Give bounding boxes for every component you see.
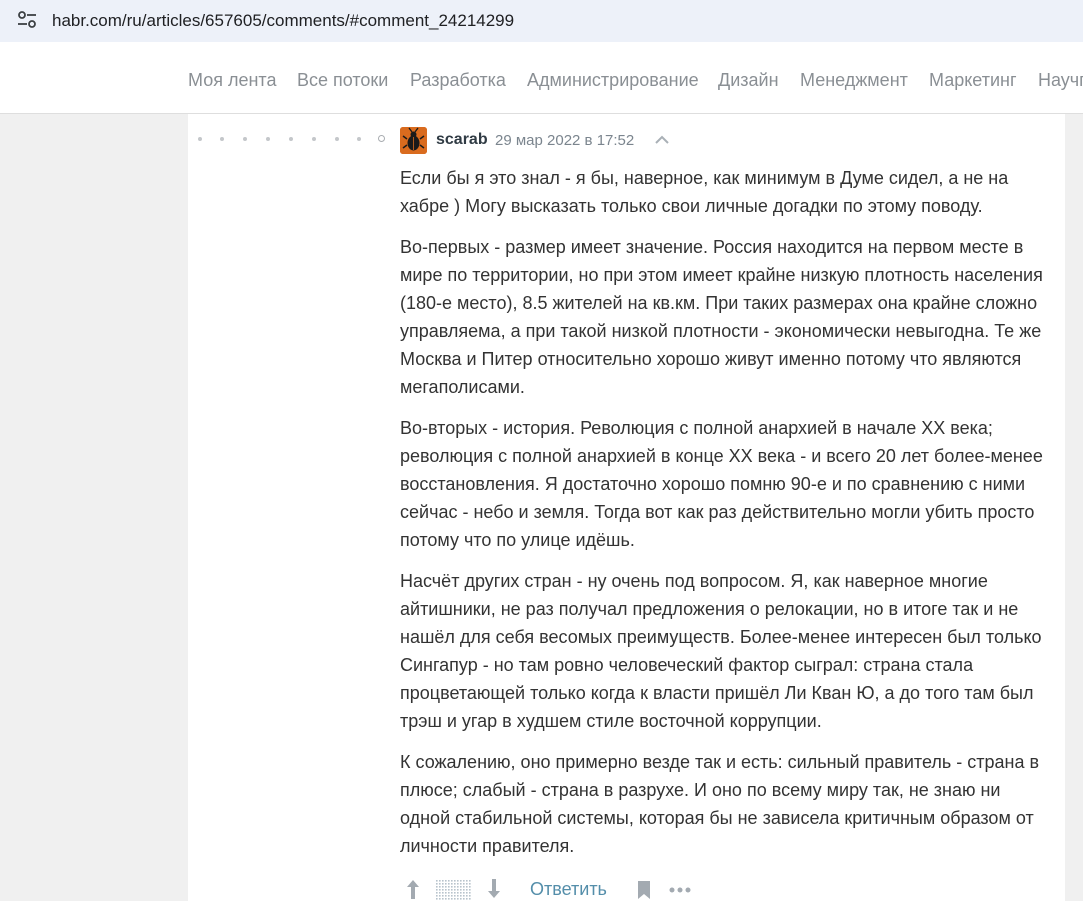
thread-dot: [220, 137, 224, 141]
thread-depth-indicator[interactable]: [198, 133, 388, 147]
more-dots-icon[interactable]: [668, 886, 692, 894]
nav-item-my-feed[interactable]: Моя лента: [188, 70, 276, 91]
bookmark-icon[interactable]: [637, 880, 651, 900]
thread-dot: [198, 137, 202, 141]
comment-date[interactable]: 29 мар 2022 в 17:52: [495, 132, 634, 149]
comment-paragraph: К сожалению, оно примерно везде так и ес…: [400, 752, 1040, 856]
thread-dot: [266, 137, 270, 141]
tune-icon[interactable]: [16, 10, 38, 30]
nav-item-design[interactable]: Дизайн: [718, 70, 779, 91]
thread-dot: [312, 137, 316, 141]
comment-actions: Ответить: [400, 872, 700, 901]
avatar[interactable]: [400, 127, 427, 154]
nav-item-popsci[interactable]: Научпоп: [1038, 70, 1083, 91]
comment-body: Если бы я это знал - я бы, наверное, как…: [400, 164, 1050, 873]
beetle-icon: [400, 127, 427, 154]
thread-dot: [357, 137, 361, 141]
comment-paragraph: Во-вторых - история. Революция с полной …: [400, 418, 1043, 550]
nav-item-management[interactable]: Менеджмент: [800, 70, 908, 91]
reply-button[interactable]: Ответить: [530, 879, 607, 900]
comment-paragraph: Насчёт других стран - ну очень под вопро…: [400, 571, 1042, 731]
arrow-up-icon[interactable]: [405, 878, 421, 900]
thread-dot: [335, 137, 339, 141]
address-bar[interactable]: habr.com/ru/articles/657605/comments/#co…: [0, 0, 1083, 42]
thread-dot: [289, 137, 293, 141]
thread-dot-current: [378, 135, 385, 142]
url-text[interactable]: habr.com/ru/articles/657605/comments/#co…: [52, 11, 514, 31]
arrow-down-icon[interactable]: [486, 878, 502, 900]
chevron-up-icon[interactable]: [653, 133, 671, 147]
vote-score-placeholder: [436, 880, 472, 900]
page-top-strip: [0, 42, 1083, 50]
nav-item-marketing[interactable]: Маркетинг: [929, 70, 1017, 91]
nav-item-development[interactable]: Разработка: [410, 70, 506, 91]
comment-author[interactable]: scarab: [436, 131, 488, 149]
nav-item-administration[interactable]: Администрирование: [527, 70, 699, 91]
hubs-nav: Моя лента Все потоки Разработка Админист…: [0, 50, 1083, 114]
comment-paragraph: Во-первых - размер имеет значение. Росси…: [400, 237, 1043, 397]
nav-item-all-streams[interactable]: Все потоки: [297, 70, 388, 91]
thread-dot: [243, 137, 247, 141]
comment-paragraph: Если бы я это знал - я бы, наверное, как…: [400, 168, 1009, 216]
